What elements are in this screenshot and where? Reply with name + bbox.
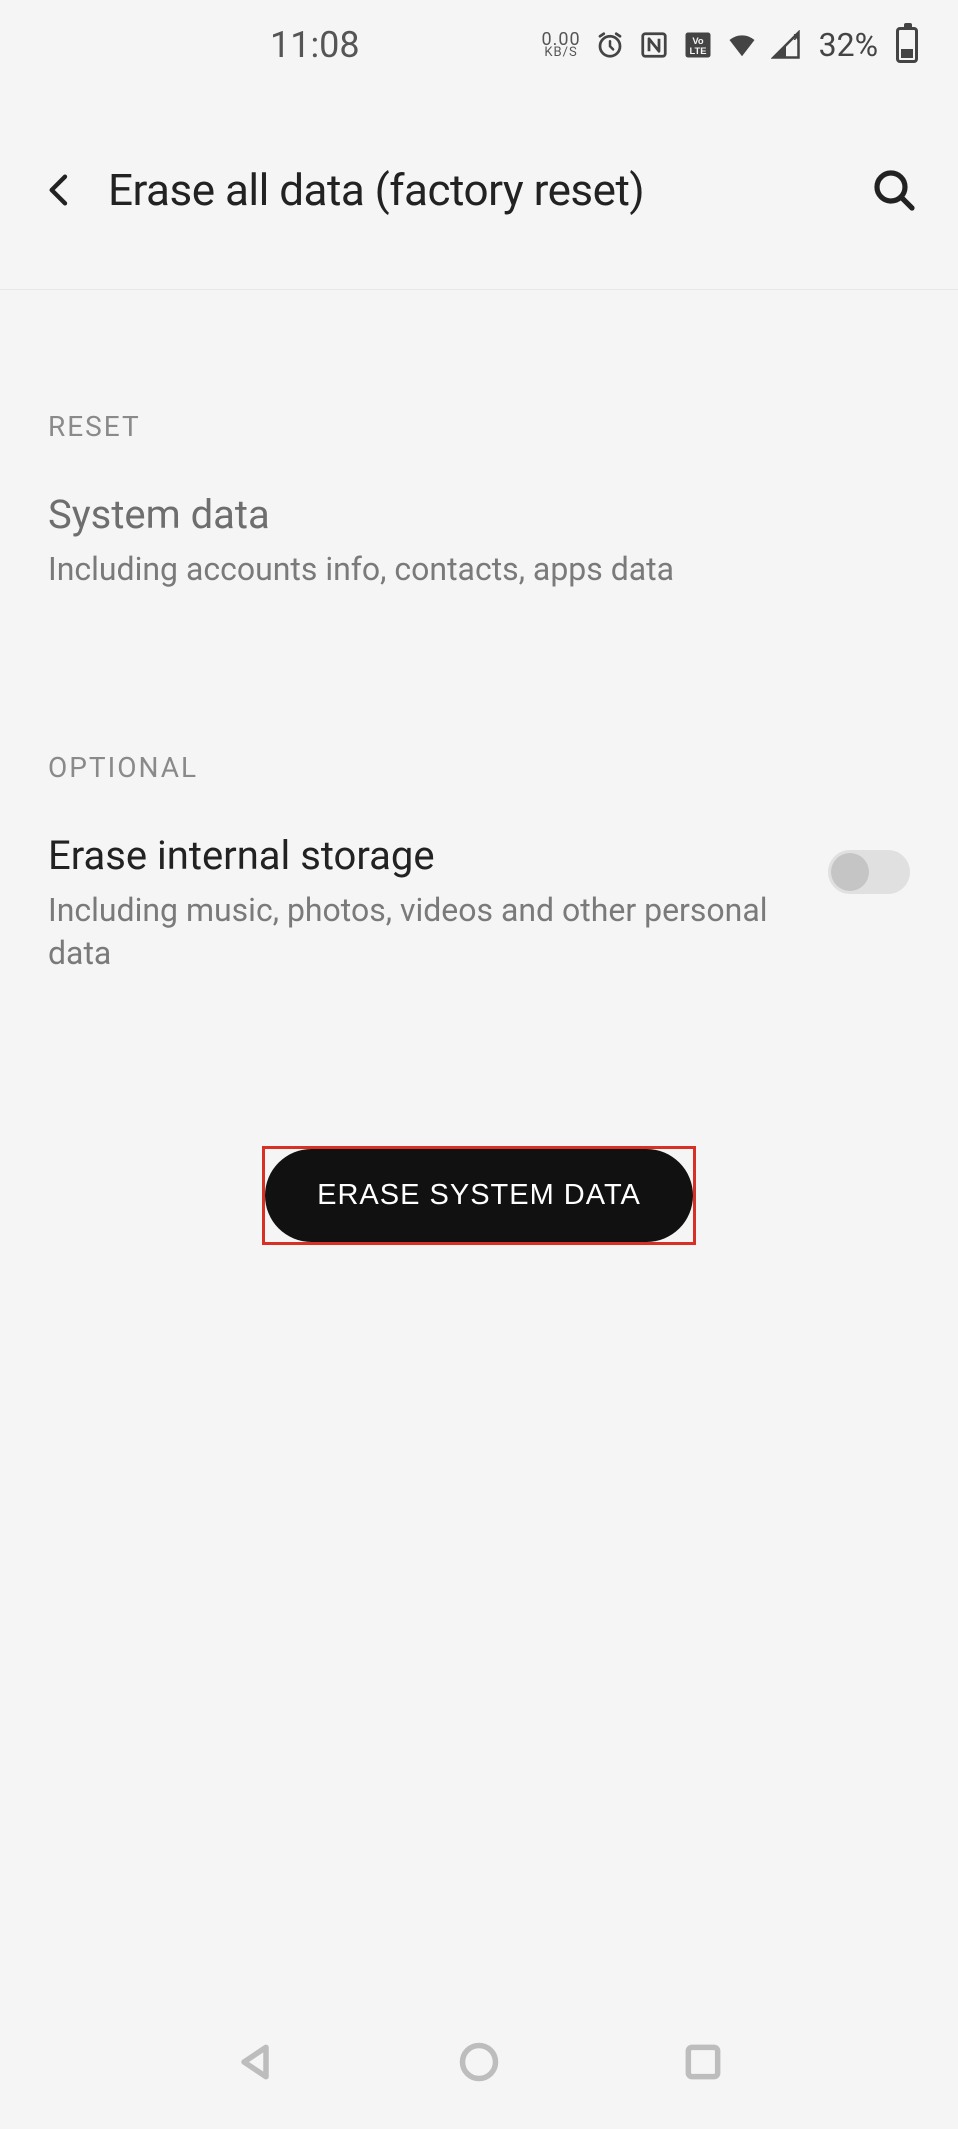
status-time: 11:08	[270, 24, 360, 66]
section-header-optional: OPTIONAL	[48, 751, 910, 784]
erase-system-data-button[interactable]: ERASE SYSTEM DATA	[265, 1149, 693, 1242]
battery-percent: 32%	[819, 26, 878, 64]
toggle-knob	[831, 853, 869, 891]
battery-icon	[896, 27, 918, 63]
erase-storage-toggle[interactable]	[828, 850, 910, 894]
system-nav-bar	[0, 1999, 958, 2129]
svg-text:Vo: Vo	[692, 36, 704, 46]
svg-text:x: x	[793, 30, 799, 43]
status-bar: 11:08 0.00 KB/S VoLTE x 32%	[0, 0, 958, 90]
item-system-data[interactable]: System data Including accounts info, con…	[48, 491, 910, 591]
item-title: System data	[48, 491, 910, 538]
back-icon[interactable]	[40, 170, 80, 210]
search-icon[interactable]	[870, 166, 918, 214]
page-title: Erase all data (factory reset)	[108, 164, 870, 216]
item-desc: Including music, photos, videos and othe…	[48, 889, 788, 975]
status-icons: 0.00 KB/S VoLTE x 32%	[541, 26, 918, 64]
item-desc: Including accounts info, contacts, apps …	[48, 548, 910, 591]
section-header-reset: RESET	[48, 410, 910, 443]
net-speed-unit: KB/S	[544, 47, 577, 58]
nav-back-icon[interactable]	[233, 2040, 277, 2088]
cellular-icon: x	[771, 30, 801, 60]
volte-icon: VoLTE	[683, 30, 713, 60]
item-erase-internal-storage[interactable]: Erase internal storage Including music, …	[48, 832, 910, 975]
highlight-frame: ERASE SYSTEM DATA	[262, 1146, 696, 1245]
item-title: Erase internal storage	[48, 832, 788, 879]
nfc-icon	[639, 30, 669, 60]
app-header: Erase all data (factory reset)	[0, 90, 958, 290]
svg-text:LTE: LTE	[689, 46, 706, 56]
wifi-icon	[727, 30, 757, 60]
network-speed: 0.00 KB/S	[541, 32, 580, 58]
alarm-icon	[595, 30, 625, 60]
content-area: RESET System data Including accounts inf…	[0, 410, 958, 1245]
nav-home-icon[interactable]	[457, 2040, 501, 2088]
nav-recent-icon[interactable]	[681, 2040, 725, 2088]
